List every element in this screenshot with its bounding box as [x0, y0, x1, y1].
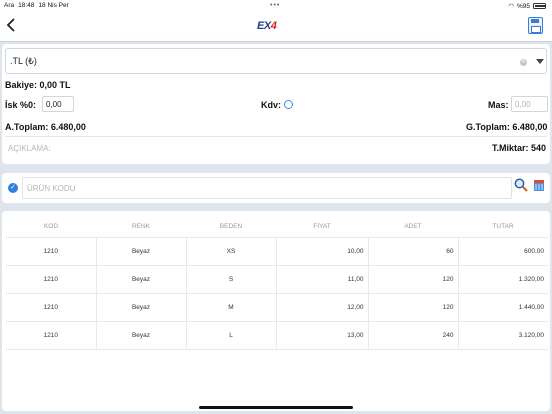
home-indicator[interactable]: [199, 406, 353, 409]
mas-label: Mas:: [488, 100, 509, 110]
cell-renk: Beyaz: [96, 321, 187, 350]
cell-tutar: 1.320,00: [458, 265, 548, 294]
nav-bar: EX4: [0, 12, 552, 42]
balance-label: Bakiye: 0,00 TL: [5, 80, 71, 90]
cell-fiyat: 11,00: [276, 265, 369, 294]
product-search-card: ✓ ÜRÜN KODU: [2, 173, 550, 203]
table-row[interactable]: 1210 Beyaz XS 10,00 60 600,00: [6, 237, 548, 266]
discount-input[interactable]: 0,00: [42, 96, 74, 112]
cell-adet: 240: [368, 321, 459, 350]
order-form-card: .TL (₺) ✕ Bakiye: 0,00 TL İsk %0: 0,00 K…: [2, 44, 550, 164]
battery-icon: [533, 3, 546, 9]
divider: [5, 136, 547, 137]
subtotal-label: A.Toplam: 6.480,00: [5, 122, 86, 132]
column-header-fiyat: FİYAT: [276, 216, 368, 238]
date-label: 18 Nis Per: [38, 2, 69, 9]
cell-kod: 1210: [6, 293, 97, 322]
multitask-dots-icon[interactable]: •••: [270, 2, 280, 9]
cell-fiyat: 12,00: [276, 293, 369, 322]
grand-total-label: G.Toplam: 6.480,00: [466, 122, 548, 132]
table-row[interactable]: 1210 Beyaz S 11,00 120 1.320,00: [6, 265, 548, 294]
search-icon[interactable]: [514, 178, 528, 192]
cell-tutar: 1.440,00: [458, 293, 548, 322]
items-table-card: KOD RENK BEDEN FİYAT ADET TUTAR 1210 Bey…: [2, 211, 550, 411]
app-logo: EX4: [257, 20, 277, 32]
cell-tutar: 600,00: [458, 237, 548, 266]
cell-kod: 1210: [6, 237, 97, 266]
cell-adet: 60: [368, 237, 459, 266]
cell-kod: 1210: [6, 265, 97, 294]
total-quantity-label: T.Miktar: 540: [492, 143, 547, 153]
carrier-label: Ara: [4, 2, 15, 9]
vat-radio[interactable]: [284, 100, 293, 109]
cell-fiyat: 10,00: [276, 237, 369, 266]
clear-icon[interactable]: ✕: [520, 59, 527, 66]
cell-beden: L: [186, 321, 277, 350]
cell-adet: 120: [368, 265, 459, 294]
battery-label: %95: [516, 2, 530, 10]
cell-renk: Beyaz: [96, 237, 187, 266]
basket-icon[interactable]: [532, 179, 546, 193]
cell-renk: Beyaz: [96, 293, 187, 322]
column-header-adet: ADET: [368, 216, 458, 238]
mas-input[interactable]: 0,00: [511, 96, 548, 112]
save-button[interactable]: [528, 17, 543, 34]
column-header-beden: BEDEN: [186, 216, 276, 238]
column-header-renk: RENK: [96, 216, 186, 238]
time-label: 18:48: [18, 2, 35, 9]
items-table: KOD RENK BEDEN FİYAT ADET TUTAR 1210 Bey…: [6, 216, 548, 350]
product-code-input[interactable]: ÜRÜN KODU: [22, 177, 512, 199]
cell-renk: Beyaz: [96, 265, 187, 294]
back-button[interactable]: [6, 18, 16, 35]
currency-value: .TL (₺): [10, 56, 37, 66]
description-input[interactable]: AÇIKLAMA:: [5, 138, 487, 158]
table-header-row: KOD RENK BEDEN FİYAT ADET TUTAR: [6, 216, 548, 238]
chevron-left-icon: [6, 18, 15, 32]
cell-beden: S: [186, 265, 277, 294]
cell-kod: 1210: [6, 321, 97, 350]
status-bar: Ara 18:48 18 Nis Per ••• ◠ %95: [0, 0, 552, 12]
table-row[interactable]: 1210 Beyaz M 12,00 120 1.440,00: [6, 293, 548, 322]
cell-tutar: 3.120,00: [458, 321, 548, 350]
wifi-icon: ◠: [508, 3, 514, 10]
table-row[interactable]: 1210 Beyaz L 13,00 240 3.120,00: [6, 321, 548, 350]
column-header-kod: KOD: [6, 216, 96, 238]
chevron-down-icon[interactable]: [536, 59, 544, 64]
cell-beden: XS: [186, 237, 277, 266]
discount-label: İsk %0:: [5, 100, 37, 110]
cell-fiyat: 13,00: [276, 321, 369, 350]
check-icon[interactable]: ✓: [8, 183, 18, 193]
vat-label: Kdv:: [261, 100, 281, 110]
cell-adet: 120: [368, 293, 459, 322]
cell-beden: M: [186, 293, 277, 322]
column-header-tutar: TUTAR: [458, 216, 548, 238]
currency-select[interactable]: .TL (₺) ✕: [5, 48, 547, 74]
